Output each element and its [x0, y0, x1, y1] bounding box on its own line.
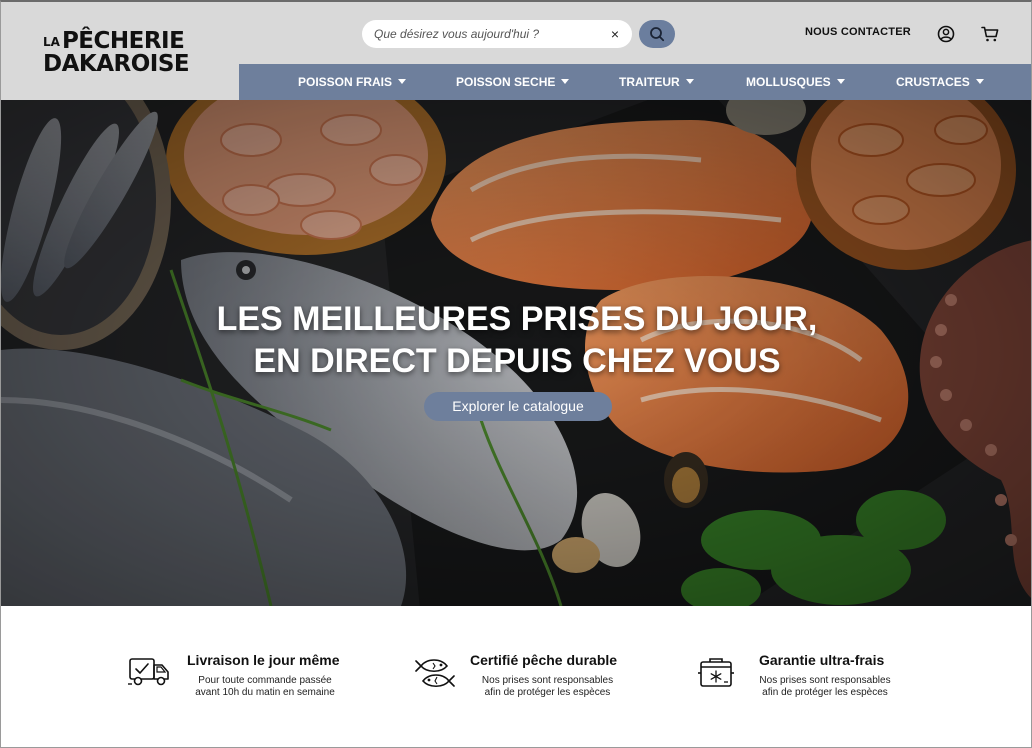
- caret-down-icon: [685, 79, 694, 84]
- feature-title: Livraison le jour même: [187, 652, 340, 668]
- feature-desc-line1: Nos prises sont responsables: [759, 675, 891, 686]
- search-input[interactable]: [374, 24, 604, 44]
- feature-desc-line1: Nos prises sont responsables: [481, 675, 614, 686]
- nav-poisson-seche[interactable]: POISSON SECHE: [456, 64, 570, 100]
- search-bar: ×: [362, 20, 632, 48]
- nav-poisson-frais[interactable]: POISSON FRAIS: [298, 64, 407, 100]
- nav-crustaces[interactable]: CRUSTACES: [896, 64, 984, 100]
- caret-down-icon: [561, 79, 570, 84]
- clear-search-icon[interactable]: ×: [608, 25, 622, 43]
- feature-desc-line2: afin de protéger les espèces: [484, 687, 611, 698]
- features-strip: Livraison le jour même Pour toute comman…: [1, 606, 1031, 747]
- brand-prefix: LA: [43, 35, 60, 49]
- feature-description: Pour toute commande passée avant 10h du …: [187, 675, 343, 699]
- nav-label: POISSON FRAIS: [298, 75, 393, 89]
- hero-title-line2: EN DIRECT DEPUIS CHEZ VOUS: [253, 342, 781, 380]
- cooler-box-icon: [698, 658, 734, 687]
- explore-catalog-button[interactable]: Explorer le catalogue: [424, 392, 612, 421]
- account-button[interactable]: [936, 24, 956, 44]
- hero-title: LES MEILLEURES PRISES DU JOUR, EN DIRECT…: [1, 298, 1031, 382]
- search-icon: [650, 27, 665, 42]
- page-frame: LAPÊCHERIE DAKAROISE × NOUS CONTACTER: [0, 0, 1032, 748]
- cart-button[interactable]: [980, 24, 1000, 44]
- caret-down-icon: [398, 79, 407, 84]
- search-button[interactable]: [639, 20, 675, 48]
- hero-banner: LES MEILLEURES PRISES DU JOUR, EN DIRECT…: [1, 100, 1031, 606]
- feature-description: Nos prises sont responsables afin de pro…: [470, 675, 625, 699]
- nav-mollusques[interactable]: MOLLUSQUES: [746, 64, 845, 100]
- brand-line2: DAKAROISE: [43, 51, 190, 77]
- feature-desc-line2: avant 10h du matin en semaine: [195, 687, 335, 698]
- caret-down-icon: [836, 79, 845, 84]
- contact-link[interactable]: NOUS CONTACTER: [805, 26, 911, 38]
- caret-down-icon: [975, 79, 984, 84]
- nav-traiteur[interactable]: TRAITEUR: [619, 64, 694, 100]
- main-nav: POISSON FRAIS POISSON SECHE TRAITEUR MOL…: [239, 64, 1031, 100]
- nav-label: TRAITEUR: [619, 75, 680, 89]
- fish-certified-icon: [415, 659, 455, 688]
- feature-desc-line1: Pour toute commande passée: [198, 675, 332, 686]
- nav-label: CRUSTACES: [896, 75, 970, 89]
- nav-label: MOLLUSQUES: [746, 75, 831, 89]
- delivery-truck-icon: [128, 658, 169, 686]
- hero-title-line1: LES MEILLEURES PRISES DU JOUR,: [216, 300, 818, 338]
- nav-label: POISSON SECHE: [456, 75, 556, 89]
- feature-title: Certifié pêche durable: [470, 652, 618, 668]
- user-icon: [937, 25, 955, 43]
- site-header: LAPÊCHERIE DAKAROISE × NOUS CONTACTER: [1, 2, 1031, 100]
- brand-logo[interactable]: LAPÊCHERIE DAKAROISE: [43, 30, 203, 76]
- feature-description: Nos prises sont responsables afin de pro…: [747, 675, 903, 699]
- cart-icon: [981, 26, 999, 42]
- feature-desc-line2: afin de protéger les espèces: [762, 687, 888, 698]
- feature-title: Garantie ultra-frais: [759, 652, 885, 668]
